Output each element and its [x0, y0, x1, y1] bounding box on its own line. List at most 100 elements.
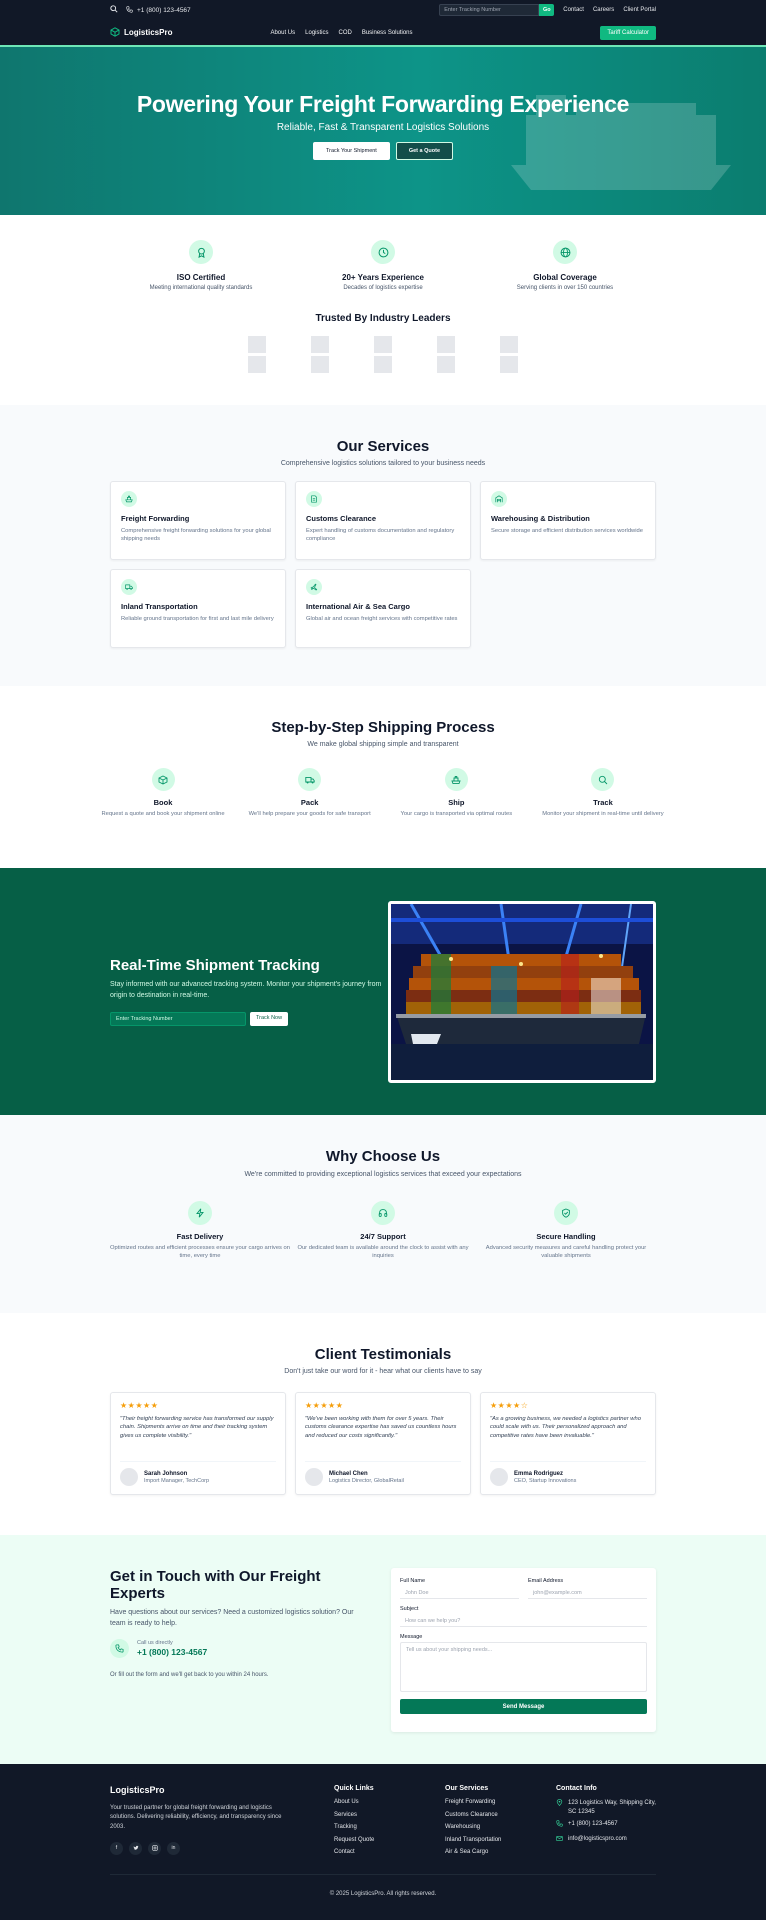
tracking-section: Real-Time Shipment Tracking Stay informe… — [0, 868, 766, 1115]
linkedin-icon[interactable]: in — [167, 1841, 180, 1855]
subject-label: Subject — [400, 1606, 419, 1612]
track-shipment-button[interactable]: Track Your Shipment — [312, 142, 390, 160]
testimonial-quote: "We've been working with them for over 5… — [305, 1416, 457, 1439]
footer-address: 123 Logistics Way, Shipping City, SC 123… — [556, 1799, 656, 1816]
phone-icon — [126, 5, 133, 15]
star-rating: ★★★★★ — [305, 1401, 344, 1410]
services-subtitle: Comprehensive logistics solutions tailor… — [280, 460, 486, 467]
footer-link-about-us[interactable]: About Us — [334, 1799, 445, 1812]
service-card-inland-transportation[interactable]: Inland Transportation Reliable ground tr… — [110, 569, 286, 648]
step-track: Track Monitor your shipment in real-time… — [540, 768, 666, 818]
testimonial-quote: "As a growing business, we needed a logi… — [490, 1416, 641, 1439]
hero-title: Powering Your Freight Forwarding Experie… — [136, 91, 630, 117]
award-icon — [189, 240, 213, 264]
nav-link-logistics[interactable]: Logistics — [305, 30, 328, 36]
footer-link-services[interactable]: Services — [334, 1812, 445, 1825]
footer-link-contact[interactable]: Contact — [334, 1849, 445, 1862]
nav-link-business-solutions[interactable]: Business Solutions — [362, 30, 413, 36]
badge-experience: 20+ Years Experience Decades of logistic… — [292, 240, 474, 291]
truck-icon — [121, 579, 137, 595]
testimonials-section: Client Testimonials Don't just take our … — [0, 1313, 766, 1535]
why-title: Why Choose Us — [325, 1148, 441, 1165]
testimonial-card: ★★★★☆ "As a growing business, we needed … — [480, 1392, 656, 1495]
top-bar: +1 (800) 123-4567 Enter Tracking Number … — [0, 0, 766, 20]
send-message-button[interactable]: Send Message — [400, 1699, 647, 1714]
step-ship: Ship Your cargo is transported via optim… — [393, 768, 519, 818]
partner-logo — [248, 336, 266, 373]
mail-icon — [556, 1835, 563, 1846]
service-card-customs-clearance[interactable]: Customs Clearance Expert handling of cus… — [295, 481, 471, 560]
tracking-description: Stay informed with our advanced tracking… — [110, 980, 382, 999]
testimonial-name: Sarah Johnson — [144, 1470, 188, 1477]
footer-services-title: Our Services — [445, 1785, 489, 1792]
testimonials-subtitle: Don't just take our word for it - hear w… — [284, 1368, 482, 1375]
testimonial-role: Import Manager, TechCorp — [144, 1477, 210, 1484]
testimonial-card: ★★★★★ "Their freight forwarding service … — [110, 1392, 286, 1495]
footer-service-air-sea-cargo[interactable]: Air & Sea Cargo — [445, 1849, 556, 1862]
facebook-icon[interactable]: f — [110, 1841, 123, 1855]
partner-logo — [437, 336, 455, 373]
footer-brand[interactable]: LogisticsPro — [110, 1785, 334, 1795]
document-icon — [306, 491, 322, 507]
avatar — [305, 1468, 323, 1486]
footer-service-inland-transportation[interactable]: Inland Transportation — [445, 1837, 556, 1850]
topbar-link-contact[interactable]: Contact — [563, 7, 584, 13]
tariff-calculator-button[interactable]: Tariff Calculator — [600, 25, 656, 40]
why-choose-us-section: Why Choose Us We're committed to providi… — [0, 1115, 766, 1313]
phone-icon — [110, 1639, 129, 1658]
service-card-air-sea-cargo[interactable]: International Air & Sea Cargo Global air… — [295, 569, 471, 648]
partner-logo — [374, 336, 392, 373]
topbar-link-careers[interactable]: Careers — [593, 7, 614, 13]
topbar-tracking-input[interactable]: Enter Tracking Number — [439, 4, 540, 16]
brand-logo[interactable]: LogisticsPro — [110, 26, 172, 39]
get-quote-button[interactable]: Get a Quote — [395, 142, 454, 160]
contact-description: Have questions about our services? Need … — [110, 1609, 354, 1627]
full-name-label: Full Name — [400, 1578, 426, 1584]
footer-link-request-quote[interactable]: Request Quote — [334, 1837, 445, 1850]
partner-logos — [0, 336, 766, 373]
ship-icon — [444, 768, 468, 791]
services-section: Our Services Comprehensive logistics sol… — [0, 405, 766, 686]
message-textarea[interactable]: Tell us about your shipping needs... — [400, 1642, 647, 1692]
footer-phone[interactable]: +1 (800) 123-4567 — [556, 1820, 656, 1831]
topbar-phone[interactable]: +1 (800) 123-4567 — [126, 5, 191, 15]
nav-link-about-us[interactable]: About Us — [270, 30, 295, 36]
instagram-icon[interactable] — [148, 1841, 161, 1855]
email-label: Email Address — [528, 1578, 564, 1584]
footer-service-customs-clearance[interactable]: Customs Clearance — [445, 1812, 556, 1825]
why-subtitle: We're committed to providing exceptional… — [244, 1171, 522, 1178]
service-card-freight-forwarding[interactable]: Freight Forwarding Comprehensive freight… — [110, 481, 286, 560]
footer-service-warehousing[interactable]: Warehousing — [445, 1824, 556, 1837]
main-nav: LogisticsPro About Us Logistics COD Busi… — [0, 20, 766, 47]
footer-email[interactable]: info@logisticspro.com — [556, 1835, 656, 1846]
services-title: Our Services — [336, 438, 430, 455]
email-field[interactable]: john@example.com — [528, 1586, 647, 1599]
track-now-button[interactable]: Track Now — [250, 1012, 289, 1027]
tracking-number-input[interactable]: Enter Tracking Number — [110, 1012, 246, 1027]
search-icon — [591, 768, 615, 791]
nav-link-cod[interactable]: COD — [338, 30, 351, 36]
twitter-icon[interactable] — [129, 1841, 142, 1855]
subject-field[interactable]: How can we help you? — [400, 1614, 647, 1627]
testimonial-quote: "Their freight forwarding service has tr… — [120, 1416, 274, 1439]
message-label: Message — [400, 1634, 423, 1640]
footer-service-freight-forwarding[interactable]: Freight Forwarding — [445, 1799, 556, 1812]
contact-phone-number[interactable]: +1 (800) 123-4567 — [137, 1647, 207, 1657]
service-card-warehousing[interactable]: Warehousing & Distribution Secure storag… — [480, 481, 656, 560]
hero-section: Powering Your Freight Forwarding Experie… — [0, 47, 766, 215]
star-rating: ★★★★★ — [120, 1401, 159, 1410]
topbar-tracking-go-button[interactable]: Go — [539, 4, 555, 16]
topbar-link-client-portal[interactable]: Client Portal — [623, 7, 656, 13]
full-name-field[interactable]: John Doe — [400, 1586, 519, 1599]
cube-logo-icon — [110, 26, 120, 39]
footer-link-tracking[interactable]: Tracking — [334, 1824, 445, 1837]
step-pack: Pack We'll help prepare your goods for s… — [247, 768, 373, 818]
hero-subtitle: Reliable, Fast & Transparent Logistics S… — [276, 122, 490, 133]
call-directly[interactable]: Call us directly +1 (800) 123-4567 — [110, 1639, 370, 1658]
testimonial-role: Logistics Director, GlobalRetail — [329, 1477, 404, 1484]
search-icon[interactable] — [110, 5, 118, 15]
box-icon — [151, 768, 175, 791]
testimonial-card: ★★★★★ "We've been working with them for … — [295, 1392, 471, 1495]
testimonial-name: Michael Chen — [329, 1470, 368, 1477]
process-title: Step-by-Step Shipping Process — [271, 719, 495, 736]
